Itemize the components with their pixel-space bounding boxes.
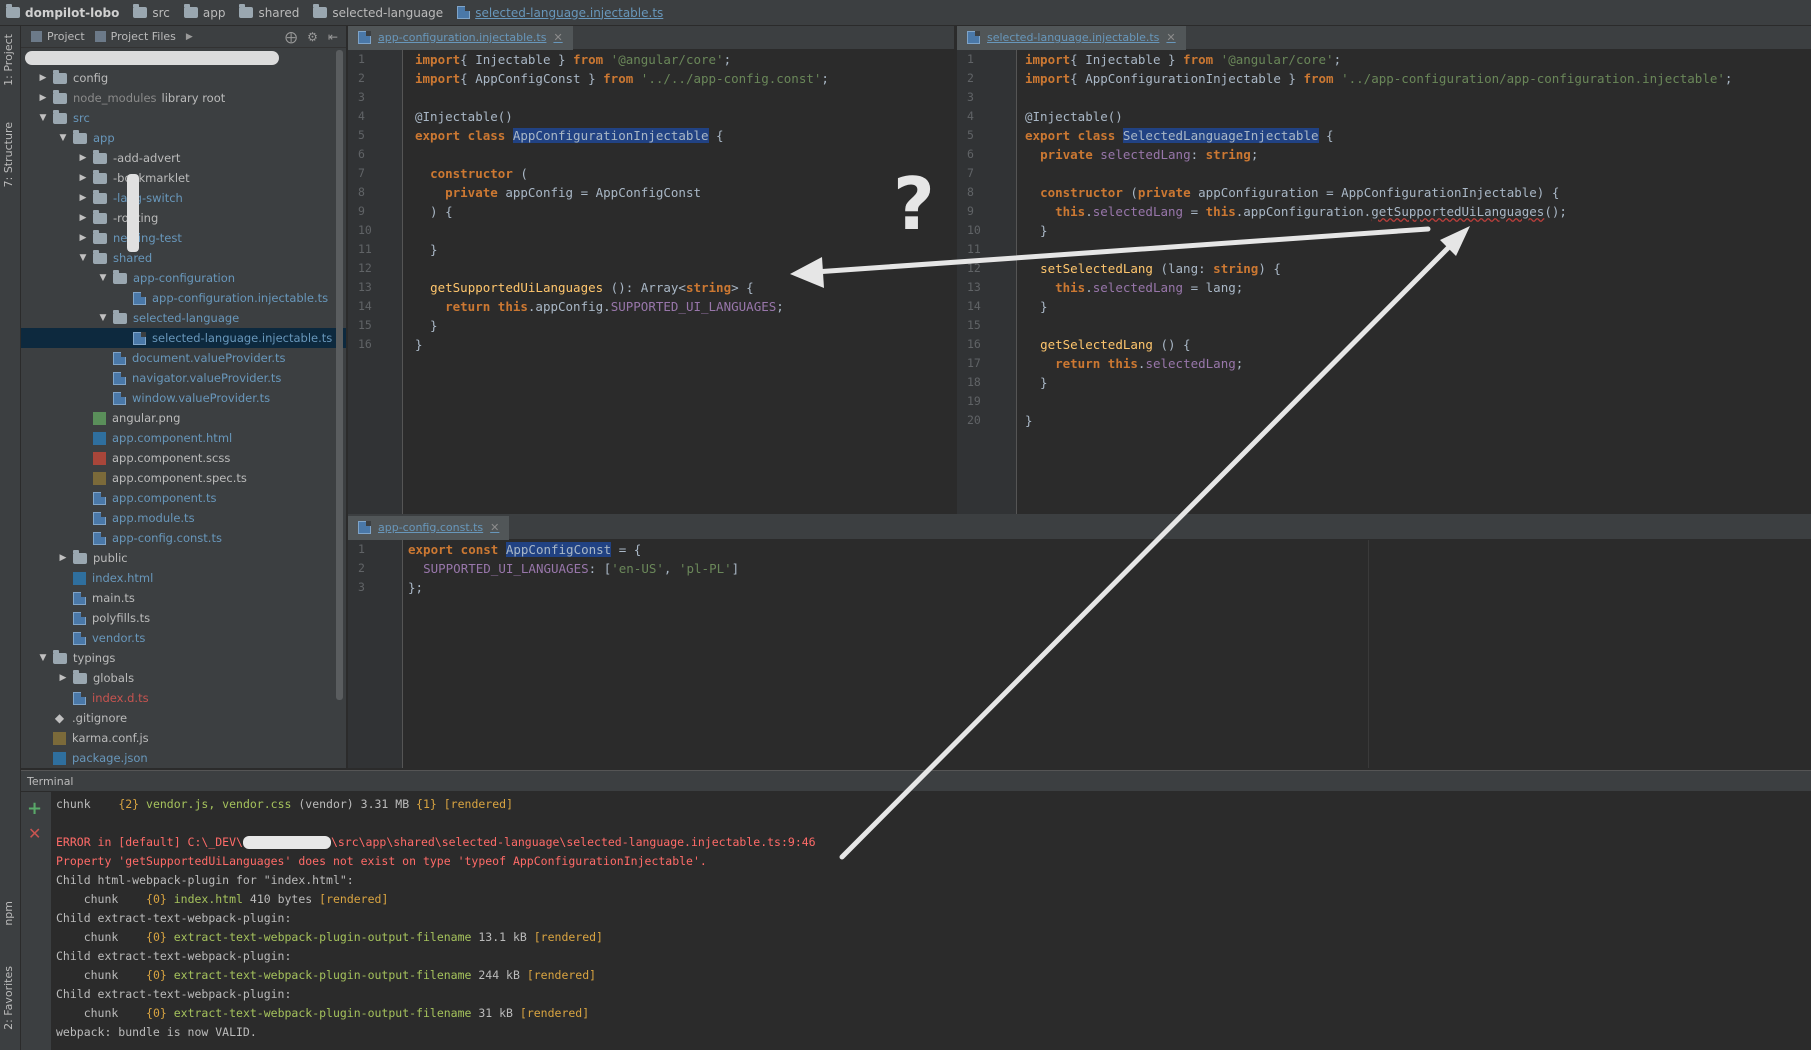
arrow-to-method-head bbox=[790, 257, 824, 288]
arrow-to-call-line bbox=[839, 245, 1451, 860]
arrow-to-method-line bbox=[812, 226, 1431, 275]
annotation-arrows bbox=[790, 226, 1470, 860]
